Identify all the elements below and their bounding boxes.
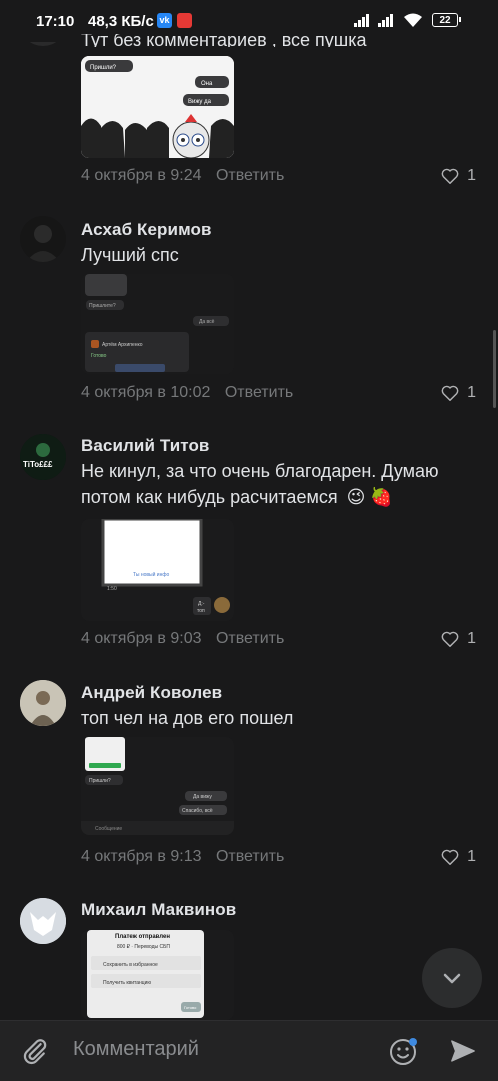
status-time: 17:10: [36, 13, 75, 30]
avatar[interactable]: TiTo£££: [20, 434, 66, 480]
comment-composer: Комментарий: [0, 1020, 498, 1081]
comment-meta: 4 октября в 9:24 Ответить: [81, 167, 284, 185]
svg-text:Пришли?: Пришли?: [90, 65, 117, 71]
svg-text:Сохранить в избранное: Сохранить в избранное: [103, 962, 158, 968]
reply-button[interactable]: Ответить: [216, 630, 284, 647]
comment-text-line-1: Не кинул, за что очень благодарен. Думаю: [81, 461, 439, 481]
signal-icon-2: [378, 14, 393, 27]
vk-notification-icon: vk: [157, 13, 172, 28]
comment-image[interactable]: Платеж отправлен 800 ₽ · Переводы СБП Со…: [81, 930, 234, 1020]
comment-image[interactable]: Ты новый инфо 1:50 Д:- топ: [81, 519, 234, 621]
svg-text:Ты новый инфо: Ты новый инфо: [133, 571, 169, 578]
emoji-icon[interactable]: [388, 1035, 420, 1072]
attach-icon[interactable]: [20, 1036, 50, 1071]
signal-icon: [354, 14, 369, 27]
svg-text:TiTo£££: TiTo£££: [23, 460, 53, 469]
comment-author[interactable]: Асхаб Керимов: [81, 220, 212, 240]
svg-text:800 ₽ · Переводы СБП: 800 ₽ · Переводы СБП: [117, 944, 170, 950]
svg-text:Сообщение: Сообщение: [95, 826, 122, 832]
like-button[interactable]: 1: [441, 384, 476, 402]
svg-text:топ: топ: [197, 608, 205, 614]
heart-icon: [441, 385, 459, 401]
svg-text:Д:-: Д:-: [198, 601, 205, 607]
svg-text:Спасибо, всё: Спасибо, всё: [182, 808, 213, 814]
reply-button[interactable]: Ответить: [216, 848, 284, 865]
reply-button[interactable]: Ответить: [216, 167, 284, 184]
like-count: 1: [467, 384, 476, 401]
comment-image[interactable]: Пришли? Да вижу Спасибо, всё Сообщение: [81, 737, 234, 835]
like-count: 1: [467, 848, 476, 865]
heart-icon: [441, 631, 459, 647]
meme-image: Пришли? Она Вижу да: [81, 56, 234, 158]
comment-input[interactable]: Комментарий: [73, 1038, 199, 1061]
like-button[interactable]: 1: [441, 848, 476, 866]
heart-icon: [441, 849, 459, 865]
chevron-down-icon: [443, 973, 461, 984]
battery-icon: 22: [432, 13, 461, 27]
svg-text:Пришли?: Пришли?: [89, 778, 111, 784]
scroll-to-bottom-button[interactable]: [422, 948, 482, 1008]
like-count: 1: [467, 167, 476, 184]
like-button[interactable]: 1: [441, 167, 476, 185]
svg-text:1:50: 1:50: [107, 586, 117, 592]
comment-date: 4 октября в 9:24: [81, 167, 202, 184]
svg-text:Платеж отправлен: Платеж отправлен: [115, 934, 170, 940]
comment-meta: 4 октября в 10:02 Ответить: [81, 384, 293, 402]
avatar[interactable]: [20, 680, 66, 726]
comment-date: 4 октября в 9:13: [81, 848, 202, 865]
comment-author[interactable]: Андрей Коволев: [81, 683, 222, 703]
app-notification-icon: [177, 13, 192, 28]
comment-text-line-2: потом как нибудь расчитаемся 😉 🍓: [81, 484, 481, 510]
like-count: 1: [467, 630, 476, 647]
svg-text:Вижу да: Вижу да: [188, 99, 212, 105]
avatar[interactable]: [20, 898, 66, 944]
comment-image[interactable]: Пришли? Она Вижу да: [81, 56, 234, 158]
comment-author[interactable]: Василий Титов: [81, 436, 210, 456]
svg-text:Готово: Готово: [91, 353, 107, 359]
comment-image[interactable]: Пришлите? Да всё Артём Архипенко Готово: [81, 274, 234, 374]
comment-author[interactable]: Михаил Маквинов: [81, 900, 236, 920]
like-button[interactable]: 1: [441, 630, 476, 648]
reply-button[interactable]: Ответить: [225, 384, 293, 401]
comment-meta: 4 октября в 9:13 Ответить: [81, 848, 284, 866]
camera-placeholder-icon: [20, 898, 66, 944]
svg-text:Она: Она: [201, 81, 213, 87]
heart-icon: [441, 168, 459, 184]
wifi-icon: [403, 12, 423, 32]
status-net-speed: 48,3 КБ/с: [88, 13, 154, 30]
svg-text:Получить квитанцию: Получить квитанцию: [103, 980, 151, 986]
comment-text: топ чел на дов его пошел: [81, 708, 294, 728]
svg-text:Артём Архипенко: Артём Архипенко: [102, 342, 143, 348]
wink-emoji: 😉: [346, 487, 366, 507]
svg-text:Да вижу: Да вижу: [193, 794, 212, 800]
svg-text:Пришлите?: Пришлите?: [89, 303, 116, 309]
send-icon[interactable]: [448, 1036, 478, 1071]
comment-meta: 4 октября в 9:03 Ответить: [81, 630, 284, 648]
avatar[interactable]: [20, 216, 66, 262]
svg-text:Готово: Готово: [184, 1005, 197, 1010]
svg-text:Да всё: Да всё: [199, 319, 215, 325]
strawberry-emoji: 🍓: [370, 487, 393, 507]
scroll-indicator[interactable]: [493, 330, 496, 408]
comment-date: 4 октября в 10:02: [81, 384, 211, 401]
comment-text: Лучший спс: [81, 245, 179, 265]
comment-text-line-2-text: потом как нибудь расчитаемся: [81, 487, 338, 507]
comment-date: 4 октября в 9:03: [81, 630, 202, 647]
